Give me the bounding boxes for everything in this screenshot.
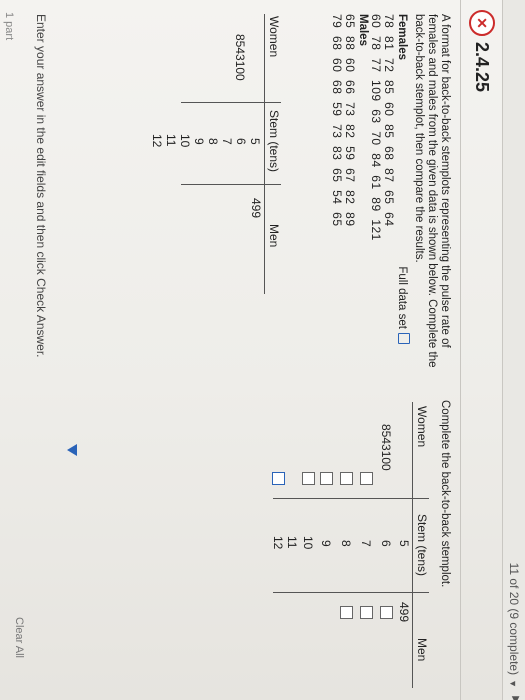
answer-instruction: Complete the back-to-back stemplot.	[439, 400, 451, 588]
men-leaf-input-8[interactable]	[340, 606, 353, 619]
females-data-row: 60 78 77 109 63 70 84 61 89 121	[369, 14, 383, 241]
top-status-bar: 11 of 20 (9 complete)▼ ▶	[502, 0, 525, 700]
men-leaves: 499	[397, 602, 411, 623]
stem-10: 10	[301, 536, 315, 550]
males-data-row: 79 68 60 68 59 73 83 65 54 65	[330, 14, 344, 227]
men-header: Men	[267, 224, 281, 248]
females-header-row: Females Full data set	[395, 14, 410, 374]
dropdown-arrow-icon[interactable]: ▼	[508, 679, 518, 688]
stem-8: 8	[206, 138, 220, 145]
women-leaf-input-7[interactable]	[360, 472, 373, 485]
footer-instruction: Enter your answer in the edit fields and…	[34, 14, 48, 358]
left-stemplot: Women Stem (tens) Men 8543100 499 5 6 7 …	[121, 14, 281, 294]
stem-header: Stem (tens)	[415, 514, 429, 577]
question-prompt: A format for back-to-back stemplots repr…	[413, 14, 451, 368]
men-leaf-input-6[interactable]	[380, 606, 393, 619]
stem-7: 7	[220, 138, 234, 145]
header-rule	[412, 402, 413, 688]
stem-divider-right	[181, 184, 281, 185]
question-pane: A format for back-to-back stemplots repr…	[330, 14, 451, 374]
full-data-set-link[interactable]: Full data set	[395, 266, 410, 344]
women-leaf-input-9[interactable]	[320, 472, 333, 485]
females-data-row: 78 81 72 85 60 85 68 87 65 64	[382, 14, 396, 227]
clear-all-button[interactable]: Clear All	[13, 617, 25, 658]
women-leaf-input-8[interactable]	[340, 472, 353, 485]
stem-7: 7	[359, 540, 373, 547]
header-rule	[264, 14, 265, 294]
stem-11: 11	[285, 536, 299, 549]
next-question-icon[interactable]: ▶	[510, 696, 521, 700]
mouse-cursor-icon	[67, 444, 77, 456]
stem-12: 12	[150, 134, 164, 148]
stem-divider-left	[181, 102, 281, 103]
data-set-icon[interactable]	[398, 333, 410, 344]
question-header: ✕ 2.4.25	[469, 10, 495, 92]
males-data-row: 65 88 60 66 73 82 59 67 82 89	[343, 14, 357, 227]
question-progress[interactable]: 11 of 20 (9 complete)▼	[507, 563, 521, 688]
part-indicator: 1 part	[3, 12, 15, 41]
incorrect-x-icon: ✕	[469, 10, 495, 36]
stem-9: 9	[192, 138, 206, 145]
stem-12: 12	[271, 536, 285, 550]
stem-11: 11	[164, 134, 178, 147]
stem-6: 6	[379, 540, 393, 547]
men-leaves: 499	[249, 198, 263, 219]
women-leaf-input-10[interactable]	[302, 472, 315, 485]
stem-10: 10	[178, 134, 192, 148]
women-leaf-input-12[interactable]	[272, 472, 285, 485]
stem-6: 6	[234, 138, 248, 145]
stem-5: 5	[248, 138, 262, 145]
males-label: Males	[357, 14, 369, 46]
men-leaf-input-7[interactable]	[360, 606, 373, 619]
women-leaves: 8543100	[233, 34, 247, 81]
header-divider	[460, 0, 461, 700]
question-number: 2.4.25	[472, 42, 493, 93]
stem-divider-right	[273, 592, 429, 593]
women-header: Women	[267, 16, 281, 58]
screenshot-page: 11 of 20 (9 complete)▼ ▶ ✕ 2.4.25 A form…	[0, 0, 525, 700]
stem-header: Stem (tens)	[267, 110, 281, 173]
stem-9: 9	[319, 540, 333, 547]
answer-stemplot: Women Stem (tens) Men 5 499 8543100 6 7 …	[229, 402, 429, 692]
stem-divider-left	[273, 498, 429, 499]
females-label: Females	[396, 14, 408, 61]
women-leaves: 8543100	[379, 424, 393, 471]
stem-8: 8	[339, 540, 353, 547]
stem-5: 5	[397, 540, 411, 547]
men-header: Men	[415, 638, 429, 662]
women-header: Women	[415, 406, 429, 448]
